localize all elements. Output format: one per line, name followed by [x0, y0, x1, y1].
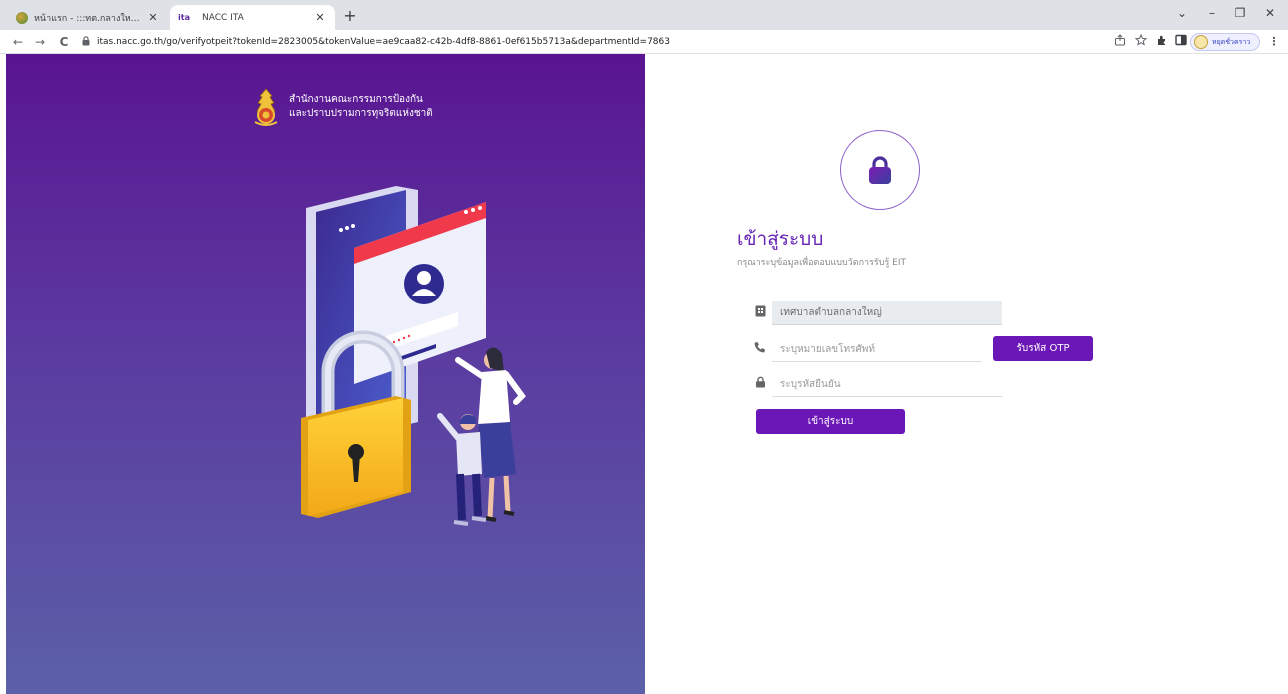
tab-search-dropdown-icon[interactable]: ⌄ — [1172, 6, 1192, 20]
phone-icon — [752, 341, 768, 356]
tab-close-icon[interactable]: ✕ — [146, 11, 160, 24]
secure-lock-icon — [82, 36, 92, 48]
forward-button[interactable]: → — [32, 33, 48, 51]
address-url: itas.nacc.go.th/go/verifyotpeit?tokenId=… — [97, 37, 670, 47]
reload-button[interactable]: C — [56, 33, 72, 51]
tab-close-icon[interactable]: ✕ — [313, 11, 327, 24]
lock-icon — [869, 156, 891, 184]
minimize-button[interactable]: – — [1202, 6, 1222, 20]
browser-toolbar: ← → C itas.nacc.go.th/go/verifyotpeit?to… — [0, 30, 1288, 54]
phone-input[interactable] — [772, 338, 982, 362]
share-icon[interactable] — [1112, 34, 1128, 50]
tab-home[interactable]: หน้าแรก - :::ทต.กลางใหญ่ อ.บ้านผือ จ.:::… — [8, 5, 168, 30]
back-button[interactable]: ← — [10, 33, 26, 51]
login-button[interactable]: เข้าสู่ระบบ — [756, 409, 905, 434]
site-favicon-icon — [16, 11, 28, 24]
tab-title: NACC ITA — [202, 12, 244, 23]
building-icon — [752, 305, 768, 320]
ita-favicon-icon: ita — [178, 12, 190, 22]
illustration-panel: สำนักงานคณะกรรมการป้องกัน และปราบปรามการ… — [6, 54, 645, 694]
organization-name-line1: สำนักงานคณะกรรมการป้องกัน — [289, 94, 423, 105]
menu-kebab-icon[interactable]: ⋮ — [1266, 34, 1282, 50]
profile-label: หยุดชั่วคราว — [1212, 37, 1251, 46]
address-bar[interactable]: itas.nacc.go.th/go/verifyotpeit?tokenId=… — [82, 32, 1092, 52]
organization-field[interactable] — [772, 301, 1002, 325]
organization-name-line2: และปราบปรามการทุจริตแห่งชาติ — [289, 108, 433, 119]
bookmark-star-icon[interactable] — [1133, 33, 1149, 50]
organization-header: สำนักงานคณะกรรมการป้องกัน และปราบปรามการ… — [250, 87, 433, 127]
login-subtitle: กรุณาระบุข้อมูลเพื่อตอบแบบวัดการรับรู้ E… — [737, 258, 906, 268]
tab-nacc-ita[interactable]: ita NACC ITA ✕ — [170, 5, 335, 30]
login-title: เข้าสู่ระบบ — [737, 228, 824, 250]
profile-avatar — [1194, 35, 1208, 49]
close-window-button[interactable]: ✕ — [1260, 6, 1280, 20]
lock-badge — [840, 130, 920, 210]
request-otp-button[interactable]: รับรหัส OTP — [993, 336, 1093, 361]
restore-button[interactable]: ❐ — [1230, 6, 1250, 20]
tab-title: หน้าแรก - :::ทต.กลางใหญ่ อ.บ้านผือ จ.::: — [34, 13, 146, 24]
side-panel-icon[interactable] — [1173, 34, 1189, 50]
security-illustration — [301, 186, 526, 526]
confirmation-code-input[interactable] — [772, 373, 1002, 397]
new-tab-button[interactable]: + — [340, 6, 360, 26]
nacc-emblem-icon — [254, 88, 278, 126]
small-lock-icon — [752, 376, 768, 391]
profile-button[interactable]: หยุดชั่วคราว — [1190, 33, 1260, 51]
login-panel: เข้าสู่ระบบ กรุณาระบุข้อมูลเพื่อตอบแบบวั… — [645, 54, 1288, 694]
extensions-icon[interactable] — [1154, 34, 1170, 50]
browser-tabstrip: หน้าแรก - :::ทต.กลางใหญ่ อ.บ้านผือ จ.:::… — [0, 0, 1288, 30]
